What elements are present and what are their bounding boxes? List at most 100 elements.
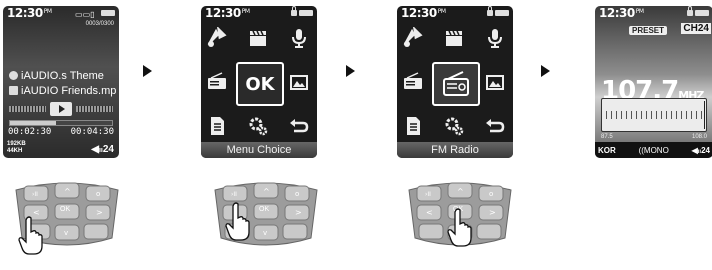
menu-caption: Menu Choice [201, 142, 317, 158]
menu-screen: 12:30PM OK Menu Choice [201, 6, 317, 158]
disc-icon [9, 71, 18, 80]
battery-icon [101, 9, 115, 16]
battery-icon [695, 9, 709, 16]
next-arrow-icon [541, 65, 550, 77]
svg-text:>: > [295, 208, 302, 217]
song-line: iAUDIO Friends.mp [9, 85, 116, 97]
selected-fm-radio[interactable] [432, 62, 480, 106]
mode-label: ((MONO [638, 145, 669, 155]
ok-center-button[interactable]: OK [236, 62, 284, 106]
bitrate-info: 192KB 44KH [7, 141, 26, 155]
ok-label: OK [245, 73, 275, 95]
music-icon[interactable] [203, 24, 231, 52]
menu-caption: FM Radio [397, 142, 513, 158]
album-title: iAUDIO.s Theme [21, 70, 104, 82]
back-icon[interactable] [285, 112, 313, 140]
svg-text:›II: ›II [32, 191, 38, 198]
microphone-icon[interactable] [481, 24, 509, 52]
battery-icon [495, 9, 509, 16]
clapper-icon[interactable] [244, 24, 272, 52]
lock-icon [291, 6, 297, 16]
clock: 12:30 [7, 6, 43, 20]
status-bar: 12:30PM [595, 6, 712, 20]
svg-text:^: ^ [263, 187, 270, 196]
clock: 12:30 [401, 6, 437, 20]
fm-bottom-bar: KOR ((MONO ◀ıı24 [595, 142, 712, 158]
svg-text:>: > [489, 208, 496, 217]
fm-radio-screen: 12:30PM PRESET CH24 107.7MHZ 87.5 108.0 … [595, 6, 712, 158]
svg-text:o: o [295, 190, 299, 198]
clock-ampm: PM [437, 8, 446, 15]
total-time: 00:04:30 [70, 127, 114, 137]
menu-grid [399, 24, 511, 140]
status-icons: ▭▭▯ [75, 10, 95, 19]
range-max: 108.0 [691, 134, 707, 140]
settings-icon[interactable] [244, 112, 272, 140]
mode-value: MONO [643, 145, 669, 155]
menu-grid: OK [203, 24, 315, 140]
progress-fill [10, 121, 56, 125]
document-icon[interactable] [399, 112, 427, 140]
channel-badge: CH24 [681, 23, 711, 34]
keypad-1: ›II ^ o < > v OK [12, 178, 122, 255]
volume-level: 24 [701, 145, 710, 155]
svg-text:v: v [263, 229, 267, 237]
forward-bar [76, 106, 113, 112]
menu-screen-fm: 12:30PM FM Radio [397, 6, 513, 158]
album-line: iAUDIO.s Theme [9, 70, 104, 82]
music-icon[interactable] [399, 24, 427, 52]
status-bar: 12:30PM ▭▭▯ [3, 6, 119, 20]
song-title: iAUDIO Friends.mp [21, 85, 117, 97]
clock-ampm: PM [241, 8, 250, 15]
scale-range: 87.5 108.0 [601, 134, 707, 140]
image-icon[interactable] [285, 68, 313, 96]
back-icon[interactable] [481, 112, 509, 140]
sample-rate: 44KH [7, 148, 23, 154]
key-ok[interactable]: OK [259, 206, 269, 213]
pointing-hand-icon [18, 216, 43, 255]
image-icon[interactable] [481, 68, 509, 96]
svg-text:›II: ›II [425, 191, 431, 198]
range-min: 87.5 [601, 134, 613, 140]
radio-icon [443, 71, 469, 96]
key-ok[interactable]: OK [60, 206, 70, 213]
region-label: KOR [598, 145, 616, 155]
document-icon[interactable] [203, 112, 231, 140]
pointing-hand-icon [447, 208, 472, 247]
pointing-hand-icon [225, 202, 250, 241]
play-icon[interactable] [50, 102, 72, 116]
scale-ticks [606, 111, 702, 119]
status-bar: 12:30PM [201, 6, 317, 20]
keypad-3: ›II ^ o < > OK [405, 178, 515, 248]
next-arrow-icon [143, 65, 152, 77]
settings-icon[interactable] [440, 112, 468, 140]
music-player-screen: 12:30PM ▭▭▯ 0003/0300 iAUDIO.s Theme iAU… [3, 6, 119, 158]
time-readout: 00:02:30 00:04:30 [8, 127, 114, 137]
volume-readout: ◀ıı24 [691, 145, 710, 155]
clock-ampm: PM [635, 8, 644, 15]
elapsed-time: 00:02:30 [8, 127, 52, 137]
bitrate: 192KB [7, 141, 26, 147]
tuning-needle [704, 101, 706, 129]
tuning-scale[interactable] [601, 98, 707, 132]
svg-text:^: ^ [64, 187, 71, 196]
radio-icon[interactable] [399, 68, 427, 96]
file-icon [9, 86, 18, 95]
svg-text:o: o [489, 190, 493, 198]
lock-icon [687, 6, 693, 16]
keypad-2: ›II ^ o > v OK [211, 178, 321, 248]
status-bar: 12:30PM [397, 6, 513, 20]
next-arrow-icon [346, 65, 355, 77]
clock-ampm: PM [43, 8, 52, 15]
clapper-icon[interactable] [440, 24, 468, 52]
microphone-icon[interactable] [285, 24, 313, 52]
preset-badge: PRESET [629, 26, 668, 35]
svg-text:o: o [96, 190, 100, 198]
svg-text:›II: ›II [231, 191, 237, 198]
playback-controls [9, 102, 113, 116]
track-counter: 0003/0300 [85, 21, 114, 27]
volume-level: 24 [102, 144, 114, 155]
progress-bar[interactable] [9, 120, 113, 126]
svg-text:<: < [426, 208, 433, 217]
radio-icon[interactable] [203, 68, 231, 96]
